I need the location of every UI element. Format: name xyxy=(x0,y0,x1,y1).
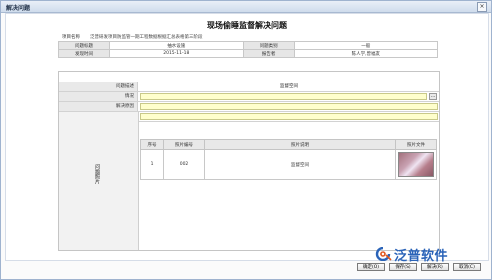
reporter-label: 报告者 xyxy=(242,49,295,58)
content-panel: 现场偷睡监督解决问题 项目名称 泛普研发项目防监管一期工程数据根据汇总表格第三阶… xyxy=(5,13,489,264)
table-row: 问题标题 抽水设施 问题类别 一般 xyxy=(58,41,439,50)
status-label: 情况 xyxy=(59,92,138,101)
project-line: 项目名称 泛普研发项目防监管一期工程数据根据汇总表格第三阶段 xyxy=(58,34,438,40)
method-input[interactable] xyxy=(140,113,438,120)
reason-row: 解决原因 xyxy=(59,102,439,112)
window-title: 解决问题 xyxy=(6,5,31,12)
photo-section-label: 问题照片 xyxy=(94,164,100,184)
col-desc: 照片说明 xyxy=(204,139,396,150)
status-input[interactable] xyxy=(140,93,427,100)
found-time-label: 发现时间 xyxy=(58,49,110,58)
brand-logo-icon xyxy=(375,247,392,261)
page-title: 现场偷睡监督解决问题 xyxy=(207,21,287,30)
photo-section-label-cell: 问题照片 xyxy=(59,112,139,250)
photo-thumbnail[interactable] xyxy=(398,152,434,177)
brand-name: 泛普软件 xyxy=(394,249,449,264)
photo-table-header: 序号 照片编号 照片说明 照片文件 xyxy=(140,139,437,150)
project-label: 项目名称 xyxy=(62,35,80,40)
table-row: 发现时间 2015-11-18 报告者 陈人学,曾福友 xyxy=(58,49,439,58)
desc-value: 监督空间 xyxy=(280,84,298,89)
issue-type-value: 一般 xyxy=(293,41,439,50)
desc-label: 问题描述 xyxy=(59,82,138,91)
reason-label: 解决原因 xyxy=(59,102,138,111)
dialog-window: 解决问题 × 现场偷睡监督解决问题 项目名称 泛普研发项目防监管一期工程数据根据… xyxy=(0,0,492,280)
pick-button[interactable]: ... xyxy=(429,93,437,100)
reporter-value: 陈人学,曾福友 xyxy=(293,49,439,58)
found-time-value: 2015-11-18 xyxy=(109,49,244,58)
cancel-button[interactable]: 取消(C) xyxy=(453,263,481,271)
desc-row: 问题描述 监督空间 xyxy=(59,82,439,92)
col-file: 照片文件 xyxy=(395,139,437,150)
photo-desc: 监督空间 xyxy=(204,149,396,180)
photo-table: 序号 照片编号 照片说明 照片文件 1 002 监督空间 xyxy=(140,139,437,180)
issue-title-label: 问题标题 xyxy=(58,41,110,50)
table-row[interactable]: 1 002 监督空间 xyxy=(140,149,437,180)
info-table: 问题标题 抽水设施 问题类别 一般 发现时间 2015-11-18 报告者 陈人… xyxy=(58,41,439,58)
title-bar: 解决问题 × xyxy=(1,1,491,13)
issue-type-label: 问题类别 xyxy=(242,41,295,50)
photo-index: 1 xyxy=(140,149,164,180)
status-row: 情况 ... xyxy=(59,92,439,102)
photo-code: 002 xyxy=(163,149,205,180)
issue-title-value: 抽水设施 xyxy=(109,41,244,50)
close-icon[interactable]: × xyxy=(477,2,487,12)
reason-input[interactable] xyxy=(140,103,438,110)
resolve-button[interactable]: 解决(R) xyxy=(421,263,449,271)
project-value: 泛普研发项目防监管一期工程数据根据汇总表格第三阶段 xyxy=(90,35,203,40)
photo-file-cell xyxy=(395,149,437,180)
col-code: 照片编号 xyxy=(163,139,205,150)
confirm-button[interactable]: 确定(O) xyxy=(357,263,385,271)
col-index: 序号 xyxy=(140,139,164,150)
resolve-form: 问题描述 监督空间 情况 ... 解决原因 解决情况 问题照片 序号 xyxy=(58,71,440,251)
save-button[interactable]: 保存(S) xyxy=(389,263,417,271)
